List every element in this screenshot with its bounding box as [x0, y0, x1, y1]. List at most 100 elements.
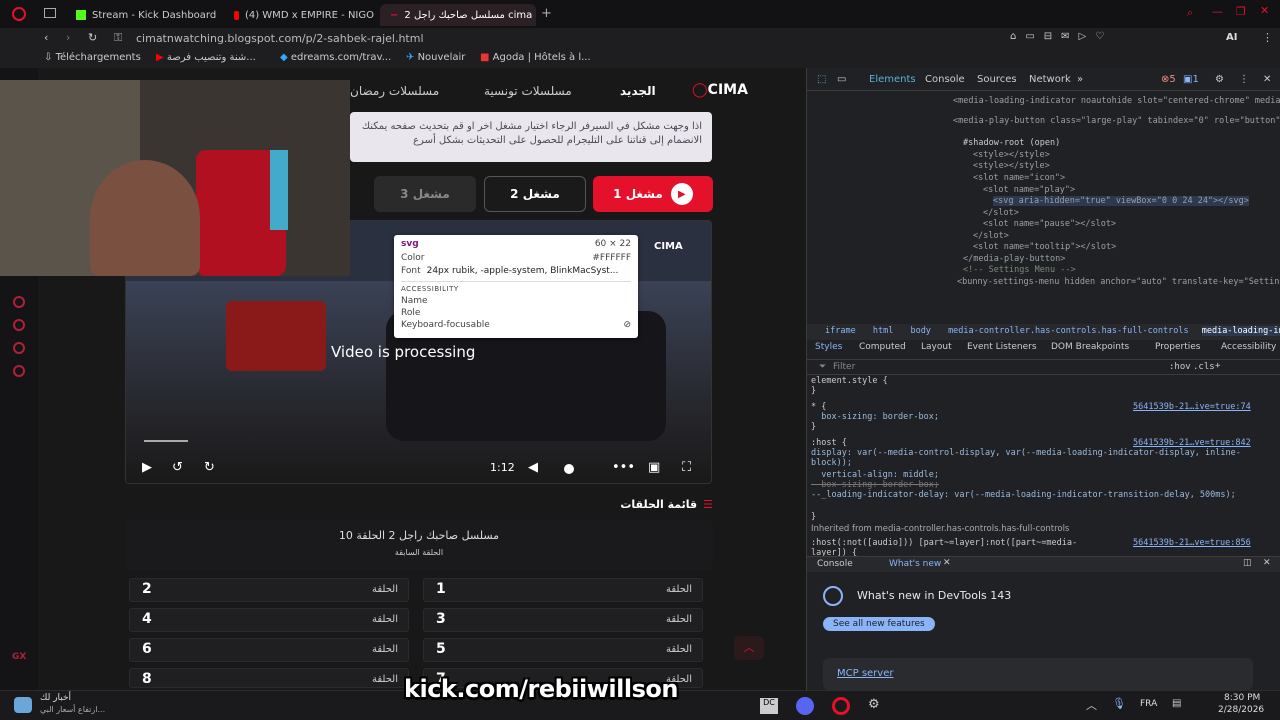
episode-item[interactable]: 2 الحلقة: [129, 578, 409, 602]
warning-count[interactable]: ▣1: [1183, 74, 1199, 85]
pip-icon[interactable]: ▣: [648, 460, 660, 475]
mcp-card[interactable]: MCP server: [823, 658, 1253, 690]
reload-icon[interactable]: ↻: [88, 31, 97, 44]
progress-bar[interactable]: [144, 440, 188, 442]
discord-icon[interactable]: [796, 697, 814, 715]
clock-date[interactable]: 2/28/2026: [1218, 705, 1264, 715]
search-icon[interactable]: ⌕: [1187, 6, 1193, 20]
devtools-settings-icon[interactable]: ⚙: [1215, 74, 1224, 85]
tab-dom-breakpoints[interactable]: DOM Breakpoints: [1051, 342, 1129, 352]
style-source-link[interactable]: 5641539b-21…ve=true:856: [1133, 538, 1251, 548]
style-line[interactable]: vertical-align: middle;: [811, 470, 939, 480]
breadcrumb-item[interactable]: body: [910, 326, 930, 336]
back-icon[interactable]: ‹: [44, 31, 48, 44]
fullscreen-icon[interactable]: ⛶: [682, 460, 691, 475]
site-logo[interactable]: ◯CIMA: [692, 82, 748, 98]
devtools-close-icon[interactable]: ✕: [1263, 74, 1271, 85]
episode-item[interactable]: 6 الحلقة: [129, 638, 409, 662]
nav-ramadan[interactable]: مسلسلات رمضان: [350, 84, 439, 98]
dom-line[interactable]: <!-- Settings Menu -->: [963, 265, 1076, 275]
inspect-icon[interactable]: ⬚: [817, 74, 826, 85]
profile-button[interactable]: AI: [1226, 32, 1237, 43]
settings-gear-icon[interactable]: ⚙: [868, 697, 880, 712]
breadcrumb-item-active[interactable]: media-loading-indicator: [1201, 326, 1280, 336]
more-tabs-icon[interactable]: »: [1077, 74, 1083, 85]
tab-accessibility[interactable]: Accessibility: [1221, 342, 1276, 352]
style-source-link[interactable]: 5641539b-21…ve=true:842: [1133, 438, 1251, 448]
bookmark-item[interactable]: ◆ edreams.com/trav...: [280, 52, 391, 63]
tab-console[interactable]: Console: [925, 74, 965, 85]
devtools-more-icon[interactable]: ⋮: [1239, 74, 1249, 85]
episode-item[interactable]: 4 الحلقة: [129, 608, 409, 632]
dom-line[interactable]: <style></style>: [973, 161, 1050, 171]
nav-new[interactable]: الجديد: [620, 84, 656, 98]
dom-line[interactable]: </media-play-button>: [963, 254, 1065, 264]
forward-icon[interactable]: ↻: [204, 460, 215, 475]
play-icon[interactable]: ▶: [142, 460, 152, 475]
tab-event-listeners[interactable]: Event Listeners: [967, 342, 1037, 352]
style-line[interactable]: * {: [811, 402, 826, 412]
dom-line[interactable]: <media-loading-indicator noautohide slot…: [953, 96, 1280, 106]
minimize-icon[interactable]: —: [1212, 5, 1223, 18]
dom-line-selected[interactable]: <svg aria-hidden="true" viewBox="0 0 24 …: [993, 196, 1249, 206]
sidebar-history-icon[interactable]: [13, 319, 25, 331]
tab-styles[interactable]: Styles: [815, 342, 842, 352]
mic-icon[interactable]: 🎙: [1112, 697, 1126, 710]
tab-kick-dashboard[interactable]: Stream - Kick Dashboard: [66, 4, 226, 26]
episode-item[interactable]: 1 الحلقة: [423, 578, 703, 602]
sidebar-share-icon[interactable]: [13, 342, 25, 354]
close-icon[interactable]: −: [390, 10, 398, 21]
tab-network[interactable]: Network: [1029, 74, 1071, 85]
dock-icon[interactable]: ◫: [1243, 558, 1252, 568]
new-tab-icon[interactable]: +: [541, 6, 552, 21]
dom-line[interactable]: <slot name="pause"></slot>: [983, 219, 1116, 229]
nav-tunisian[interactable]: مسلسلات تونسية: [484, 84, 572, 98]
settings-menu-icon[interactable]: •••: [612, 460, 635, 475]
episode-item[interactable]: 5 الحلقة: [423, 638, 703, 662]
server-2-button[interactable]: مشغل 2: [484, 176, 586, 212]
sidebar-settings-icon[interactable]: [13, 365, 25, 377]
tab-youtube[interactable]: (4) WMD x EMPIRE - NIGO: [224, 4, 374, 26]
dom-line[interactable]: <slot name="icon">: [973, 173, 1065, 183]
server-3-button[interactable]: مشغل 3: [374, 176, 476, 212]
style-line[interactable]: display: var(--media-control-display, va…: [811, 448, 1261, 468]
dom-line[interactable]: #shadow-root (open): [963, 138, 1060, 148]
tab-elements[interactable]: Elements: [869, 74, 916, 85]
dom-line[interactable]: </slot>: [983, 208, 1019, 218]
breadcrumb-item[interactable]: iframe: [825, 326, 856, 336]
opera-gx-icon[interactable]: [832, 697, 850, 715]
add-rule-icon[interactable]: +: [1215, 361, 1220, 371]
news-title[interactable]: أخبار لك: [40, 693, 71, 703]
drawer-tab-console[interactable]: Console: [817, 559, 853, 569]
opera-logo-icon[interactable]: [12, 7, 26, 21]
site-info-icon[interactable]: ⚿: [114, 31, 122, 45]
dom-line[interactable]: </slot>: [973, 231, 1009, 241]
rewind-icon[interactable]: ↺: [172, 460, 183, 475]
style-line[interactable]: element.style {: [811, 376, 888, 386]
maximize-icon[interactable]: ❐: [1236, 5, 1246, 18]
sidebar-player-icon[interactable]: [13, 296, 25, 308]
style-line[interactable]: :host(:not([audio])) [part~=layer]:not([…: [811, 538, 1111, 558]
see-all-features-button[interactable]: See all new features: [823, 617, 935, 631]
dom-line[interactable]: <bunny-settings-menu hidden anchor="auto…: [957, 277, 1280, 287]
cls-toggle[interactable]: .cls: [1193, 362, 1215, 372]
breadcrumb-item[interactable]: media-controller.has-controls.has-full-c…: [948, 326, 1189, 336]
bookmark-item[interactable]: ⇩ Téléchargements: [44, 52, 141, 63]
tab-menu-icon[interactable]: [44, 8, 56, 18]
prev-episode-link[interactable]: الحلقة السابقة: [125, 542, 713, 557]
pdf-app-icon[interactable]: DC: [760, 698, 778, 714]
style-line[interactable]: :host {: [811, 438, 847, 448]
toolbar-extensions-icon[interactable]: ⌂▭⊟✉▷♡: [1010, 31, 1113, 42]
hov-toggle[interactable]: :hov: [1169, 362, 1191, 372]
server-1-button[interactable]: مشغل 1 ▶: [593, 176, 713, 212]
more-menu-icon[interactable]: ⋮: [1262, 31, 1273, 44]
scroll-top-icon[interactable]: ︿: [734, 636, 764, 660]
network-icon[interactable]: ▤: [1172, 698, 1181, 709]
episode-item[interactable]: 8 الحلقة: [129, 668, 409, 688]
tab-computed[interactable]: Computed: [859, 342, 906, 352]
tab-layout[interactable]: Layout: [921, 342, 952, 352]
news-subtitle[interactable]: ارتفاع أسعار البي...: [40, 705, 105, 714]
tab-cima[interactable]: − مسلسل صاحبك راجل 2 cima: [380, 4, 536, 26]
style-line[interactable]: --_loading-indicator-delay: var(--media-…: [811, 490, 1261, 500]
dom-line[interactable]: <media-play-button class="large-play" ta…: [953, 116, 1280, 126]
